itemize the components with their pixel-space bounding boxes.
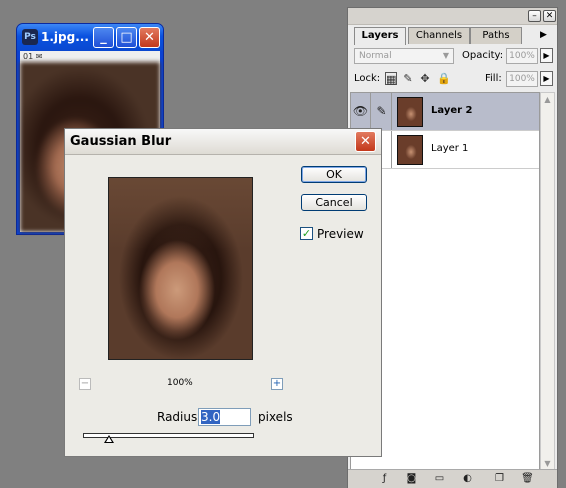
chevron-down-icon: ▼ bbox=[442, 51, 450, 60]
new-layer-icon[interactable]: ❐ bbox=[492, 472, 507, 486]
panel-titlebar[interactable]: – ✕ bbox=[348, 8, 557, 25]
scroll-up-icon[interactable]: ▲ bbox=[541, 93, 554, 107]
layer-row-layer-2[interactable]: 👁 ✎ Layer 2 bbox=[351, 93, 539, 131]
fill-label: Fill: bbox=[485, 73, 502, 84]
lock-transparency-icon[interactable]: ▦ bbox=[385, 72, 397, 86]
document-titlebar[interactable]: Ps 1.jpg... _ □ ✕ bbox=[17, 24, 163, 51]
close-button[interactable]: ✕ bbox=[139, 27, 160, 48]
document-info-strip: 01 ✉ bbox=[20, 51, 160, 62]
lock-label: Lock: bbox=[354, 73, 381, 84]
layer-name[interactable]: Layer 2 bbox=[431, 105, 472, 116]
layers-panel-toolbar: ƒ ◙ ▭ ◐ ❐ 🗑 bbox=[348, 469, 557, 488]
envelope-icon: ✉ bbox=[35, 52, 43, 61]
minimize-button[interactable]: _ bbox=[93, 27, 114, 48]
blur-preview-image[interactable] bbox=[108, 177, 253, 360]
lock-position-move-icon[interactable]: ✥ bbox=[419, 72, 431, 85]
layer-thumbnail[interactable] bbox=[397, 97, 423, 127]
ok-button[interactable]: OK bbox=[301, 166, 367, 183]
zoom-in-button[interactable]: + bbox=[271, 378, 283, 390]
brush-icon[interactable]: ✎ bbox=[372, 93, 392, 130]
adjustment-layer-icon[interactable]: ◐ bbox=[460, 472, 475, 486]
layer-style-icon[interactable]: ƒ bbox=[377, 472, 392, 486]
layers-scrollbar[interactable]: ▲ ▼ bbox=[540, 92, 555, 472]
cancel-button[interactable]: Cancel bbox=[301, 194, 367, 211]
gaussian-blur-dialog: Gaussian Blur ✕ OK Cancel ✓ Preview − 10… bbox=[64, 128, 382, 457]
layer-thumbnail[interactable] bbox=[397, 135, 423, 165]
preview-checkbox[interactable]: ✓ bbox=[300, 227, 313, 240]
lock-row: Lock: ▦ ✎ ✥ 🔒 Fill: 100% ▶ bbox=[352, 70, 555, 90]
radius-input[interactable]: 3.0 bbox=[198, 408, 251, 426]
opacity-arrow-button[interactable]: ▶ bbox=[540, 48, 553, 63]
radius-label: Radius: bbox=[157, 410, 202, 424]
dialog-close-button[interactable]: ✕ bbox=[355, 131, 376, 152]
zoom-out-button[interactable]: − bbox=[79, 378, 91, 390]
dialog-titlebar[interactable]: Gaussian Blur ✕ bbox=[65, 129, 381, 155]
blend-mode-select[interactable]: Normal ▼ bbox=[354, 48, 454, 64]
tab-channels[interactable]: Channels bbox=[408, 27, 470, 44]
new-group-folder-icon[interactable]: ▭ bbox=[432, 472, 447, 486]
dialog-title: Gaussian Blur bbox=[70, 134, 172, 149]
preview-checkbox-label[interactable]: Preview bbox=[317, 227, 364, 241]
radius-slider-thumb[interactable] bbox=[103, 435, 114, 443]
maximize-button[interactable]: □ bbox=[116, 27, 137, 48]
document-info-text: 01 bbox=[23, 52, 34, 61]
panel-minimize-button[interactable]: – bbox=[528, 10, 541, 22]
opacity-label: Opacity: bbox=[462, 50, 504, 61]
opacity-field[interactable]: 100% bbox=[506, 48, 538, 64]
tab-paths[interactable]: Paths bbox=[470, 27, 522, 44]
eye-visibility-icon[interactable]: 👁 bbox=[351, 93, 371, 130]
blend-mode-value: Normal bbox=[359, 51, 392, 61]
lock-image-brush-icon[interactable]: ✎ bbox=[402, 72, 414, 85]
radius-unit: pixels bbox=[258, 410, 293, 424]
fill-field[interactable]: 100% bbox=[506, 71, 538, 87]
tab-layers[interactable]: Layers bbox=[354, 27, 406, 45]
panel-menu-arrow-icon[interactable]: ▶ bbox=[540, 30, 547, 40]
radius-value: 3.0 bbox=[201, 410, 221, 424]
photoshop-app-icon[interactable]: Ps bbox=[22, 29, 38, 45]
fill-arrow-button[interactable]: ▶ bbox=[540, 71, 553, 86]
panel-close-button[interactable]: ✕ bbox=[543, 10, 556, 22]
zoom-percent: 100% bbox=[167, 378, 193, 388]
add-mask-icon[interactable]: ◙ bbox=[404, 472, 419, 486]
layer-name[interactable]: Layer 1 bbox=[431, 143, 468, 154]
delete-layer-trash-icon[interactable]: 🗑 bbox=[520, 472, 535, 486]
lock-all-padlock-icon[interactable]: 🔒 bbox=[437, 72, 451, 85]
blend-row: Normal ▼ Opacity: 100% ▶ bbox=[352, 48, 555, 66]
document-title: 1.jpg... bbox=[41, 30, 89, 44]
panel-tabs: Layers Channels Paths bbox=[350, 25, 555, 45]
